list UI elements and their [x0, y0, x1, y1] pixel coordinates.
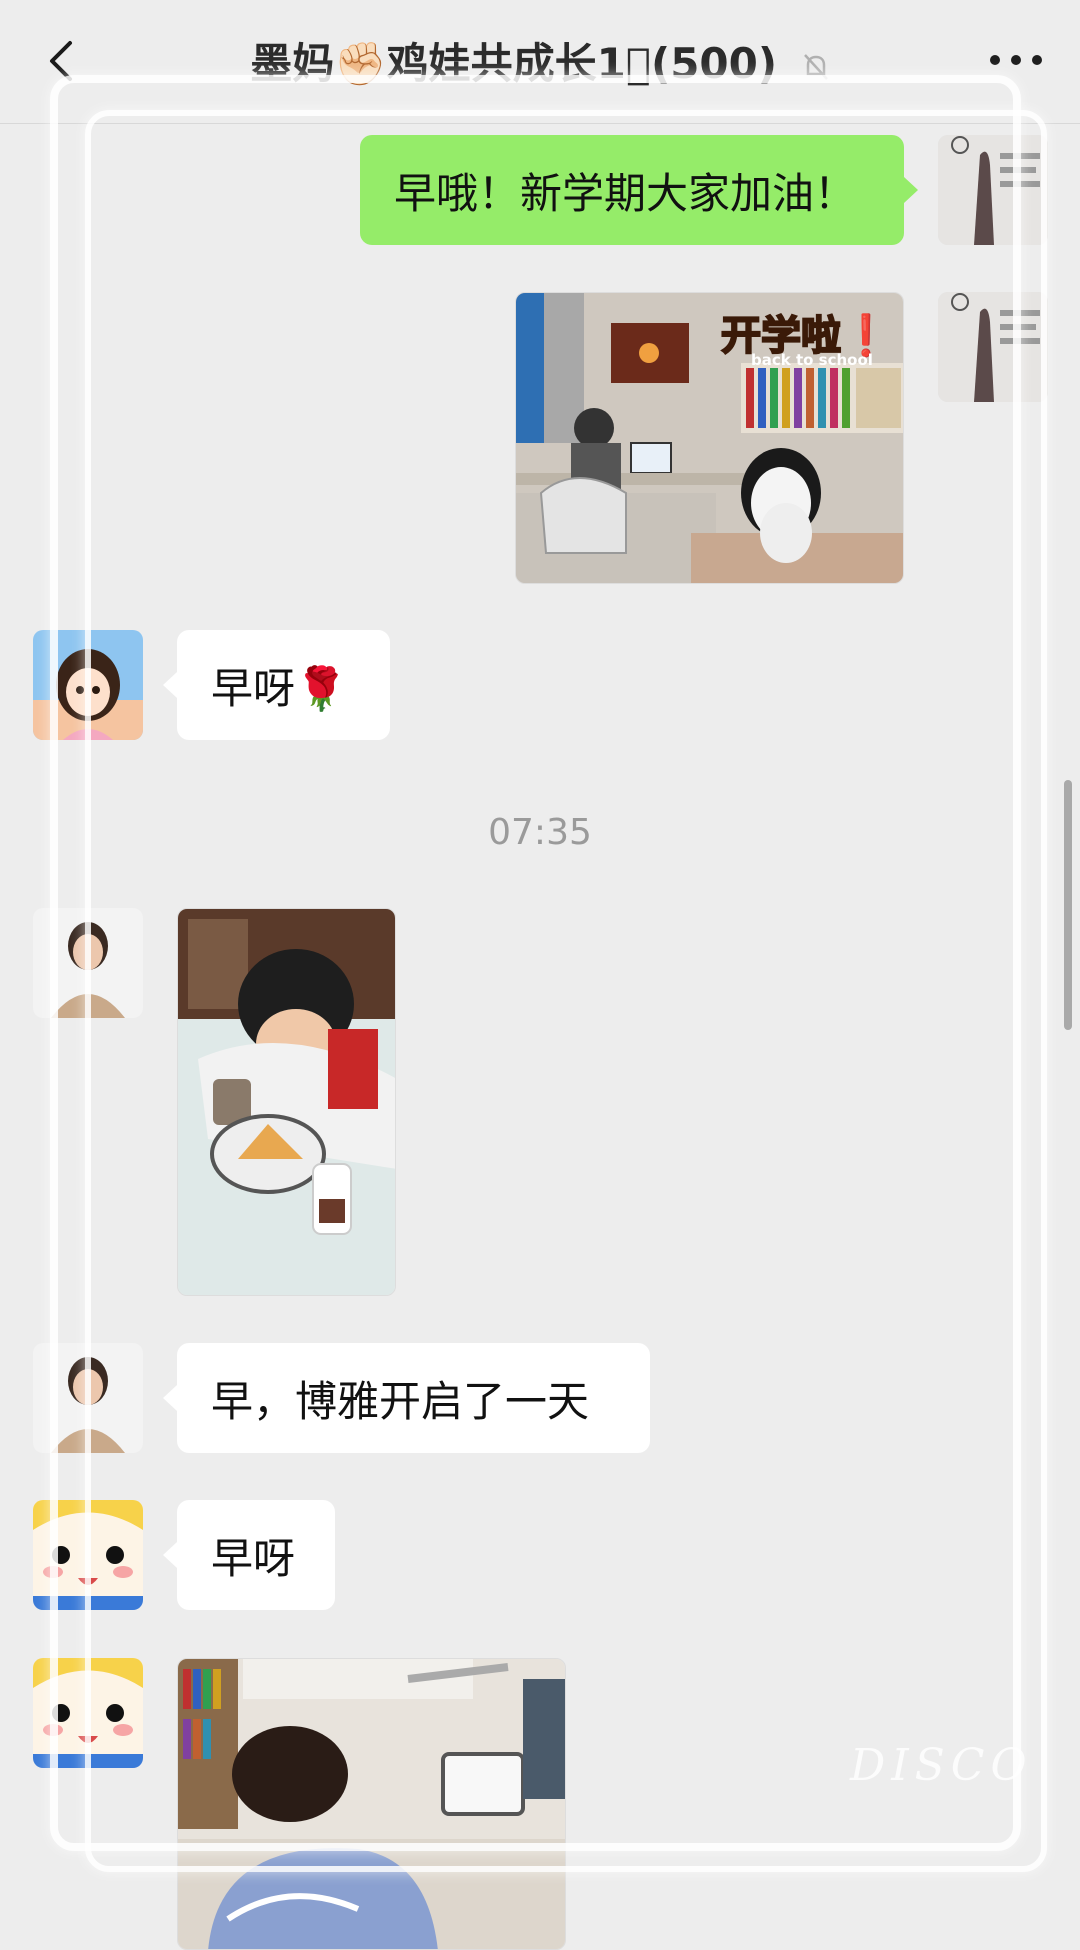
child-at-desk-photo — [178, 1659, 565, 1949]
avatar-self[interactable] — [938, 292, 1048, 402]
message-text: 早，博雅开启了一天 — [211, 1376, 590, 1426]
message-timestamp: 07:35 — [488, 812, 592, 853]
message-text: 早呀🌹 — [211, 663, 348, 713]
watermark: DISCO — [850, 1740, 1033, 1791]
avatar-self-image — [938, 292, 1048, 402]
avatar-cartoon-boy-image — [33, 1500, 143, 1610]
back-button[interactable] — [38, 38, 84, 84]
message-bubble-outgoing[interactable]: 早哦！新学期大家加油！ — [360, 135, 918, 245]
avatar-contact[interactable] — [33, 1658, 143, 1768]
avatar-contact[interactable] — [33, 630, 143, 740]
message-bubble-incoming[interactable]: 早呀🌹 — [163, 630, 390, 740]
more-dot — [1032, 55, 1042, 65]
message-bubble-incoming[interactable]: 早，博雅开启了一天 — [163, 1343, 650, 1453]
avatar-contact[interactable] — [33, 1343, 143, 1453]
message-text: 早哦！新学期大家加油！ — [394, 168, 857, 218]
chat-header: 墨妈✊🏻鸡娃共成长1⃣️(500) — [0, 0, 1080, 124]
child-breakfast-photo — [178, 909, 395, 1295]
avatar-cartoon-boy-image — [33, 1658, 143, 1768]
scrollbar[interactable] — [1064, 780, 1072, 1030]
bell-off-icon — [803, 53, 828, 80]
avatar-woman-photo — [33, 908, 143, 1018]
more-options-button[interactable] — [990, 50, 1042, 70]
avatar-contact[interactable] — [33, 908, 143, 1018]
avatar-anime-girl-image — [33, 630, 143, 740]
avatar-contact[interactable] — [33, 1500, 143, 1610]
chat-title[interactable]: 墨妈✊🏻鸡娃共成长1⃣️(500) — [180, 30, 900, 91]
chat-title-text: 墨妈✊🏻鸡娃共成长1⃣️(500) — [250, 39, 778, 88]
image-message-incoming[interactable] — [177, 1658, 566, 1950]
image-subcaption: back to school — [751, 351, 873, 369]
avatar-woman-photo — [33, 1343, 143, 1453]
image-message-incoming[interactable] — [177, 908, 396, 1296]
chevron-left-icon — [50, 41, 72, 81]
avatar-self-image — [938, 135, 1048, 245]
image-message-outgoing[interactable]: 开学啦❗ back to school — [515, 292, 904, 584]
avatar-self[interactable] — [938, 135, 1048, 245]
more-dots-icon — [990, 55, 1000, 65]
more-dot — [1011, 55, 1021, 65]
message-text: 早呀 — [211, 1533, 296, 1583]
message-bubble-incoming[interactable]: 早呀 — [163, 1500, 335, 1610]
